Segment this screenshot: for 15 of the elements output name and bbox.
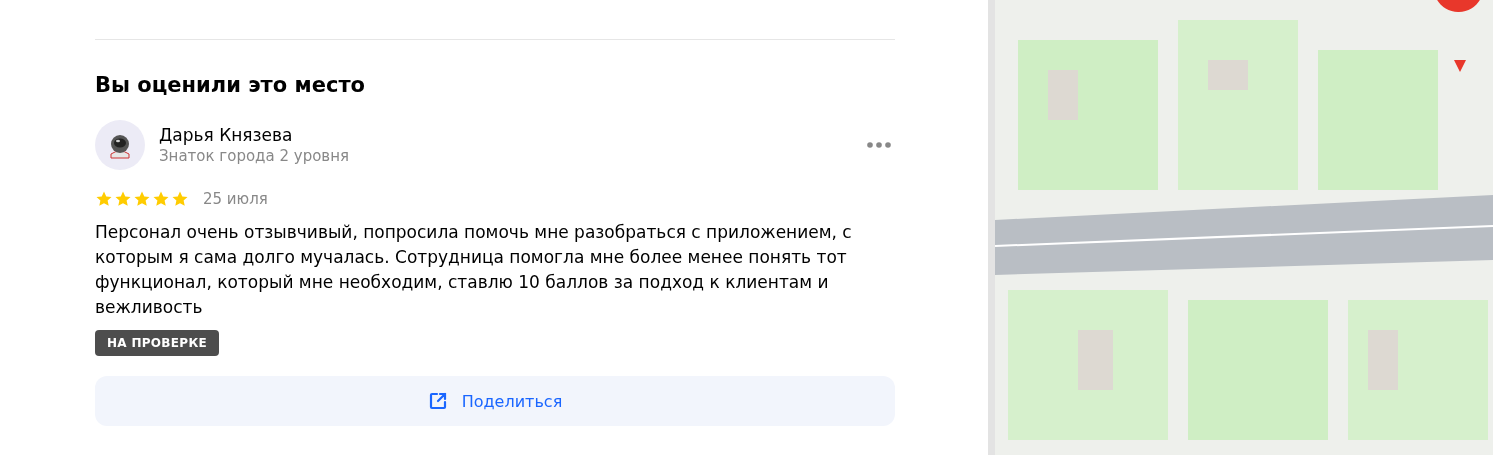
author-name[interactable]: Дарья Князева [159, 125, 849, 145]
share-icon [427, 391, 448, 411]
star-icon [152, 190, 170, 208]
star-icon [114, 190, 132, 208]
author-level: Знаток города 2 уровня [159, 147, 350, 165]
section-title: Вы оценили это место [95, 72, 366, 99]
status-badge: НА ПРОВЕРКЕ [95, 330, 219, 356]
more-icon [867, 142, 891, 148]
star-icon [133, 190, 151, 208]
share-button[interactable]: Поделиться [95, 376, 895, 426]
avatar [95, 120, 145, 170]
review-date: 25 июля [203, 190, 268, 208]
review-text: Персонал очень отзывчивый, попросила помочь мне разобраться с приложением, с которым я сама долго мучалась. Сотрудница помогла мне более менее понять тот функционал, который мне необходим, ставлю 10 баллов за подход к клиентам и вежливость [95, 221, 853, 319]
star-icon [171, 190, 189, 208]
star-icon [95, 190, 113, 208]
